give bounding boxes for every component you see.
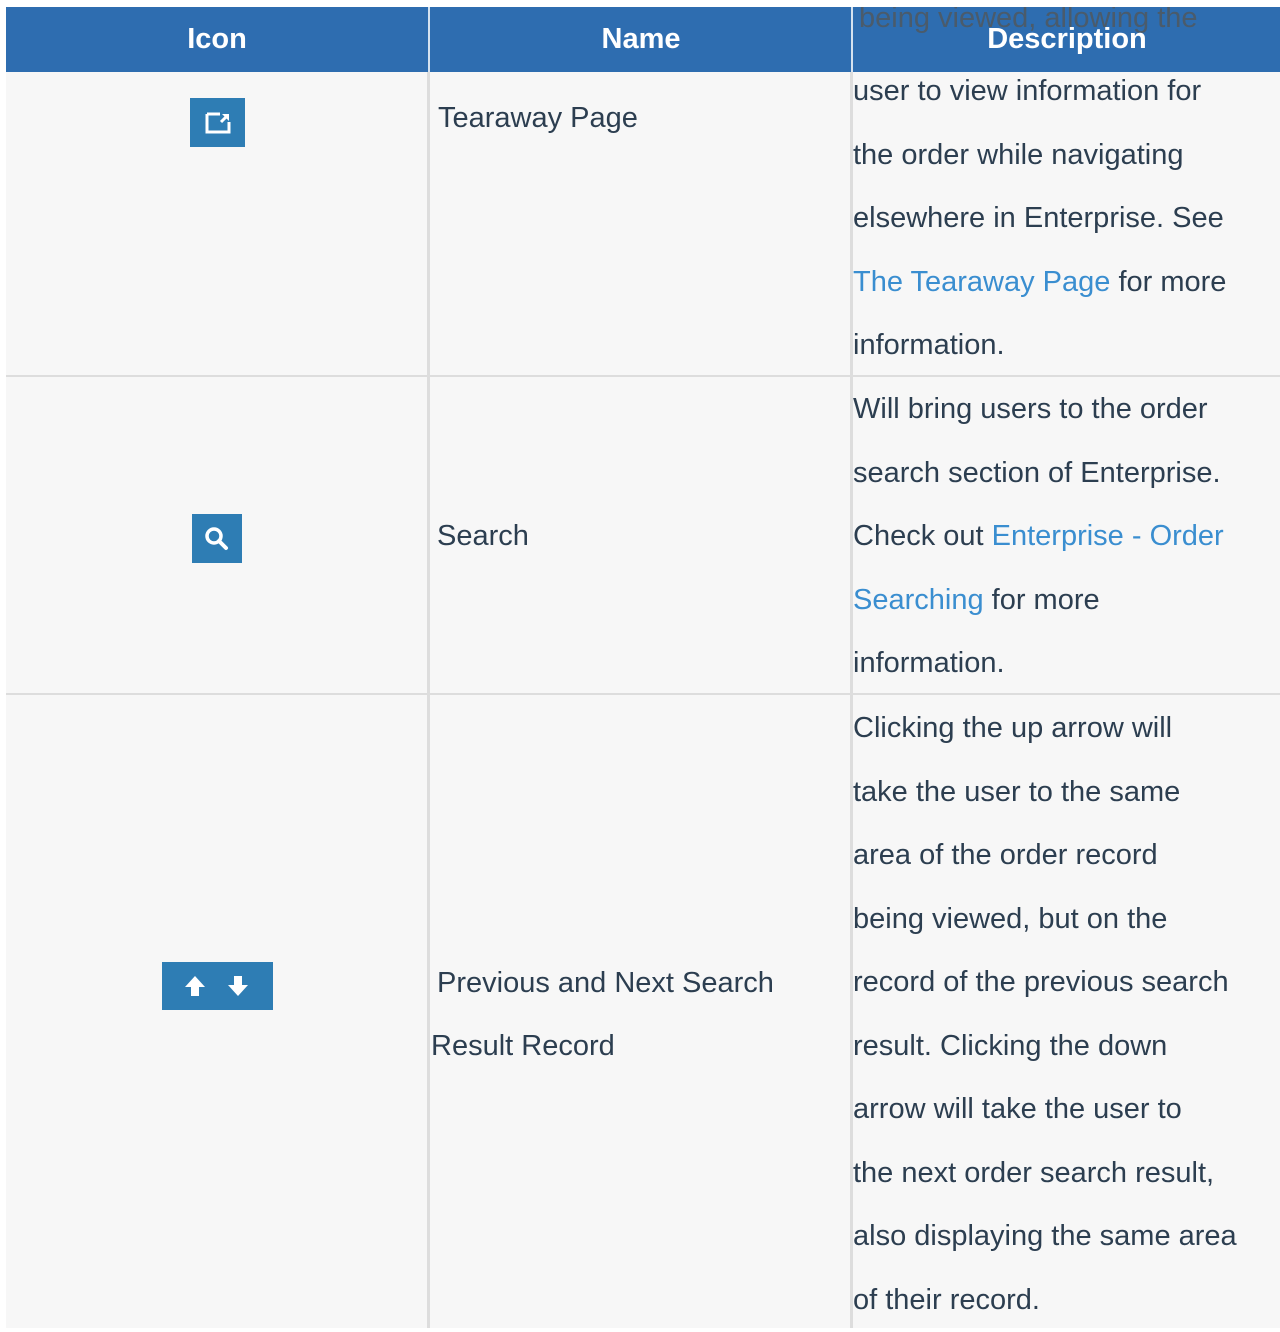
previous-next-description: Clicking the up arrow will take the user… (853, 697, 1277, 1332)
down-arrow-icon (228, 976, 248, 996)
description-line: take the user to the same (853, 761, 1277, 825)
previous-next-name-line1: Previous and Next Search (437, 952, 774, 1015)
search-description: Will bring users to the order search sec… (853, 378, 1277, 696)
column-divider (427, 72, 430, 1328)
description-line: being viewed, but on the (853, 888, 1277, 952)
description-line: elsewhere in Enterprise. See (853, 187, 1277, 251)
search-icon[interactable] (192, 514, 242, 563)
up-down-arrows-glyph (178, 971, 258, 1001)
description-line: The Tearaway Page for more (853, 251, 1277, 315)
tearaway-page-name: Tearaway Page (438, 87, 638, 150)
column-header-name: Name (430, 7, 852, 72)
description-line: arrow will take the user to (853, 1078, 1277, 1142)
tearaway-icon[interactable] (190, 98, 245, 147)
description-line: Check out Enterprise - Order (853, 505, 1277, 569)
description-line: user to view information for (853, 60, 1277, 124)
description-line: also displaying the same area (853, 1205, 1277, 1269)
column-header-icon: Icon (6, 7, 428, 72)
search-name: Search (437, 505, 529, 568)
description-line: Will bring users to the order (853, 378, 1277, 442)
order-searching-link[interactable]: Enterprise - Order (992, 520, 1224, 552)
description-line: of their record. (853, 1269, 1277, 1332)
icon-reference-table: Icon Name being viewed, allowing the Des… (6, 7, 1280, 1328)
description-line: Searching for more (853, 569, 1277, 633)
description-line: the order while navigating (853, 124, 1277, 188)
description-line: information. (853, 632, 1277, 696)
tearaway-page-link[interactable]: The Tearaway Page (853, 266, 1110, 298)
tearaway-icon-glyph (203, 110, 233, 136)
search-icon-glyph (203, 525, 231, 553)
description-line: Clicking the up arrow will (853, 697, 1277, 761)
description-line: record of the previous search (853, 951, 1277, 1015)
description-line: search section of Enterprise. (853, 442, 1277, 506)
description-line: result. Clicking the down (853, 1015, 1277, 1079)
description-line: area of the order record (853, 824, 1277, 888)
up-down-arrows-icon[interactable] (162, 962, 273, 1010)
description-line: information. (853, 314, 1277, 378)
description-line: the next order search result, (853, 1142, 1277, 1206)
up-arrow-icon (185, 976, 205, 996)
order-searching-link-continued[interactable]: Searching (853, 584, 984, 616)
previous-next-name-line2: Result Record (431, 1015, 615, 1078)
tearaway-page-description: user to view information for the order w… (853, 60, 1277, 378)
